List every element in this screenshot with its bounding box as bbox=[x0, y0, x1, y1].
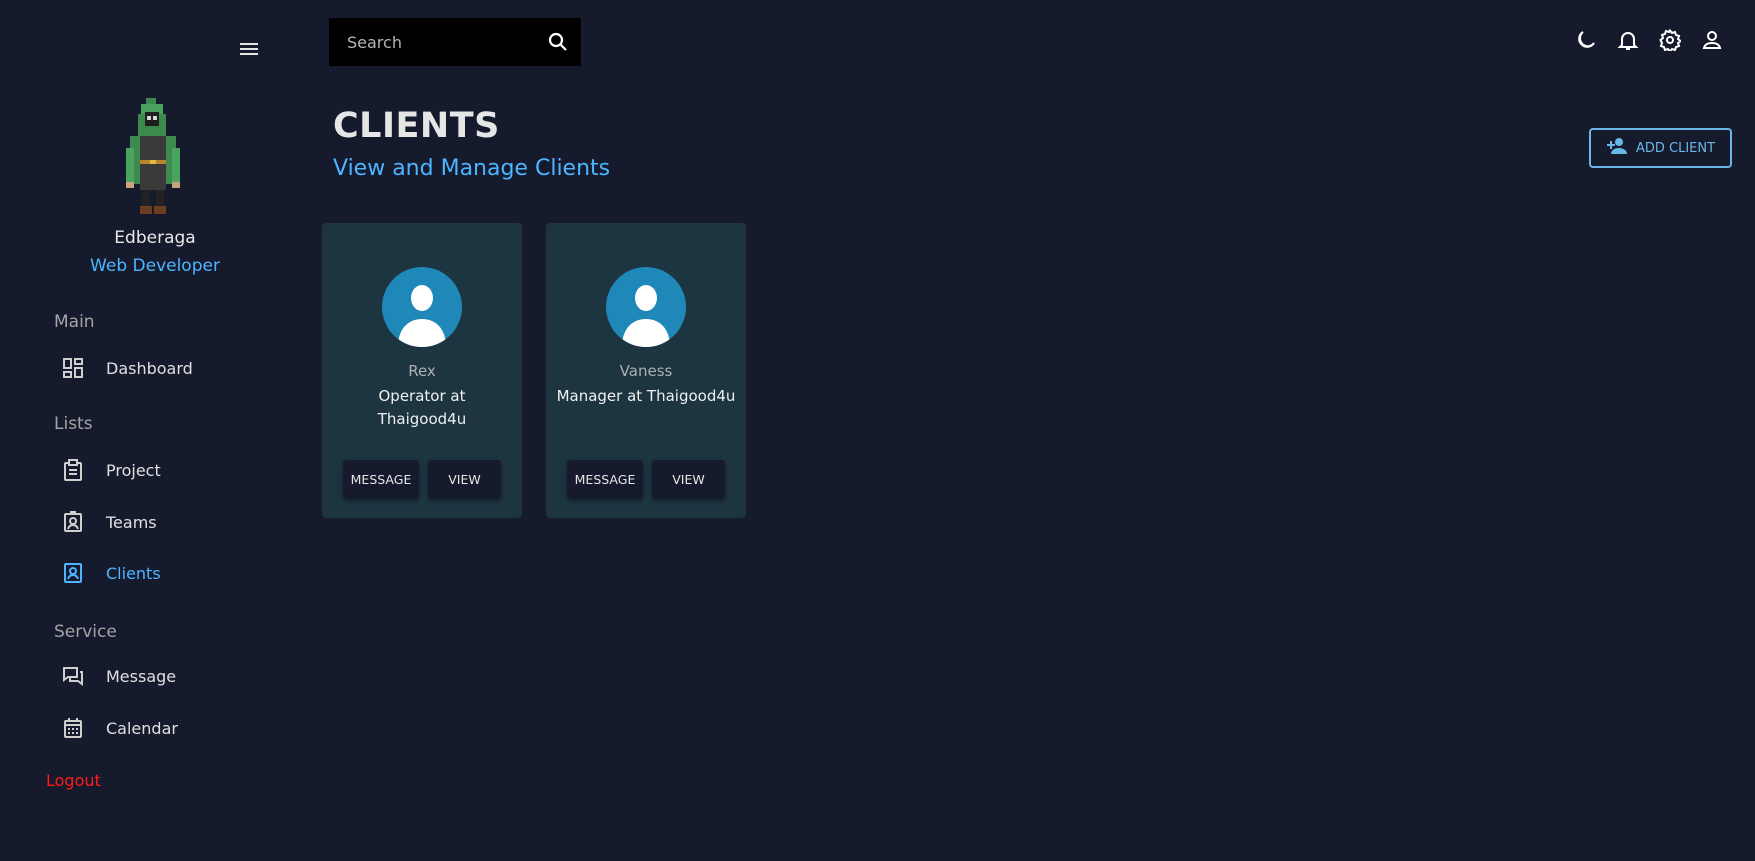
person-add-icon bbox=[1606, 137, 1628, 159]
view-button[interactable]: VIEW bbox=[428, 460, 501, 499]
sidebar: Edberaga Web Developer Main Dashboard Li… bbox=[0, 0, 290, 861]
view-button[interactable]: VIEW bbox=[652, 460, 725, 499]
calendar-icon bbox=[60, 715, 86, 741]
moon-icon[interactable] bbox=[1574, 28, 1598, 52]
sidebar-item-dashboard[interactable]: Dashboard bbox=[60, 348, 280, 388]
message-button[interactable]: MESSAGE bbox=[567, 460, 643, 499]
sidebar-item-calendar[interactable]: Calendar bbox=[60, 708, 280, 748]
page-subtitle: View and Manage Clients bbox=[333, 156, 611, 181]
sidebar-item-teams[interactable]: Teams bbox=[60, 502, 280, 542]
client-avatar-icon bbox=[382, 267, 462, 347]
user-icon[interactable] bbox=[1700, 28, 1724, 52]
sidebar-item-label: Project bbox=[106, 460, 161, 480]
user-name: Edberaga bbox=[114, 228, 196, 248]
bell-icon[interactable] bbox=[1616, 28, 1640, 52]
sidebar-item-clients[interactable]: Clients bbox=[60, 553, 280, 593]
add-client-button[interactable]: ADD CLIENT bbox=[1589, 128, 1732, 168]
section-label-service: Service bbox=[54, 622, 117, 642]
sidebar-item-project[interactable]: Project bbox=[60, 450, 280, 490]
client-name: Vaness bbox=[619, 362, 673, 380]
section-label-main: Main bbox=[54, 312, 95, 332]
sidebar-item-label: Dashboard bbox=[106, 358, 193, 378]
page-title: CLIENTS bbox=[333, 106, 500, 146]
sidebar-item-label: Teams bbox=[106, 512, 157, 532]
dashboard-icon bbox=[60, 355, 86, 381]
topbar-actions bbox=[1574, 28, 1724, 52]
section-label-lists: Lists bbox=[54, 414, 93, 434]
client-avatar-icon bbox=[606, 267, 686, 347]
user-role: Web Developer bbox=[90, 256, 220, 276]
client-card: Vaness Manager at Thaigood4u MESSAGE VIE… bbox=[546, 223, 746, 518]
client-role: Manager at Thaigood4u bbox=[556, 387, 736, 405]
hamburger-menu-icon[interactable] bbox=[238, 38, 260, 60]
sidebar-item-label: Calendar bbox=[106, 718, 178, 738]
search-bar bbox=[329, 18, 581, 66]
contact-card-icon bbox=[60, 509, 86, 535]
client-role: Operator at Thaigood4u bbox=[377, 387, 467, 428]
sidebar-item-label: Message bbox=[106, 666, 177, 686]
sidebar-item-label: Clients bbox=[106, 563, 161, 583]
logout-link[interactable]: Logout bbox=[46, 771, 101, 790]
client-card: Rex Operator at Thaigood4u MESSAGE VIEW bbox=[322, 223, 522, 518]
chat-icon bbox=[60, 663, 86, 689]
clipboard-icon bbox=[60, 457, 86, 483]
search-input[interactable] bbox=[347, 32, 547, 52]
message-button[interactable]: MESSAGE bbox=[343, 460, 419, 499]
gear-icon[interactable] bbox=[1658, 28, 1682, 52]
client-icon bbox=[60, 560, 86, 586]
sidebar-item-message[interactable]: Message bbox=[60, 656, 280, 696]
search-icon[interactable] bbox=[547, 30, 569, 54]
user-avatar bbox=[120, 98, 186, 214]
add-client-label: ADD CLIENT bbox=[1635, 140, 1716, 156]
client-name: Rex bbox=[408, 362, 436, 380]
